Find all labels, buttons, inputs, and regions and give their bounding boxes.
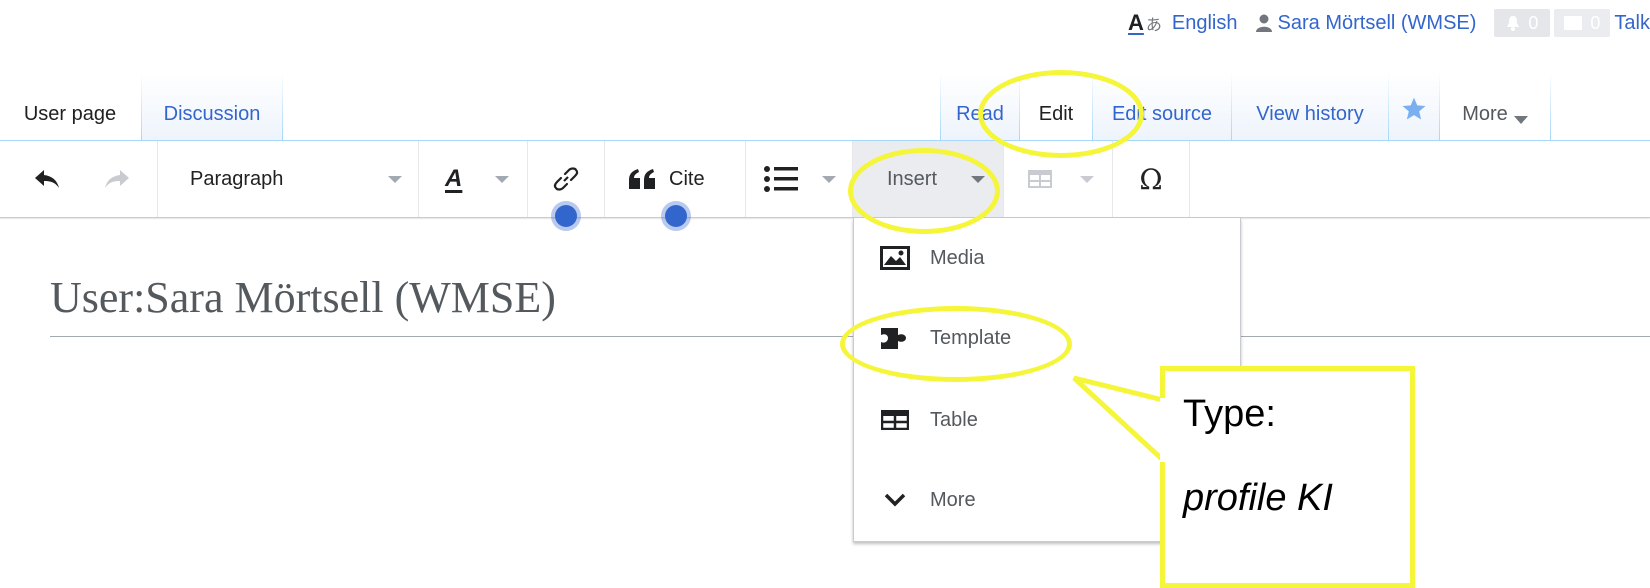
callout-pointer-joint: [1160, 398, 1165, 462]
instruction-callout: Type: profile KI: [1160, 366, 1415, 588]
callout-line-1: Type:: [1183, 393, 1276, 435]
callout-line-2: profile KI: [1183, 477, 1333, 519]
